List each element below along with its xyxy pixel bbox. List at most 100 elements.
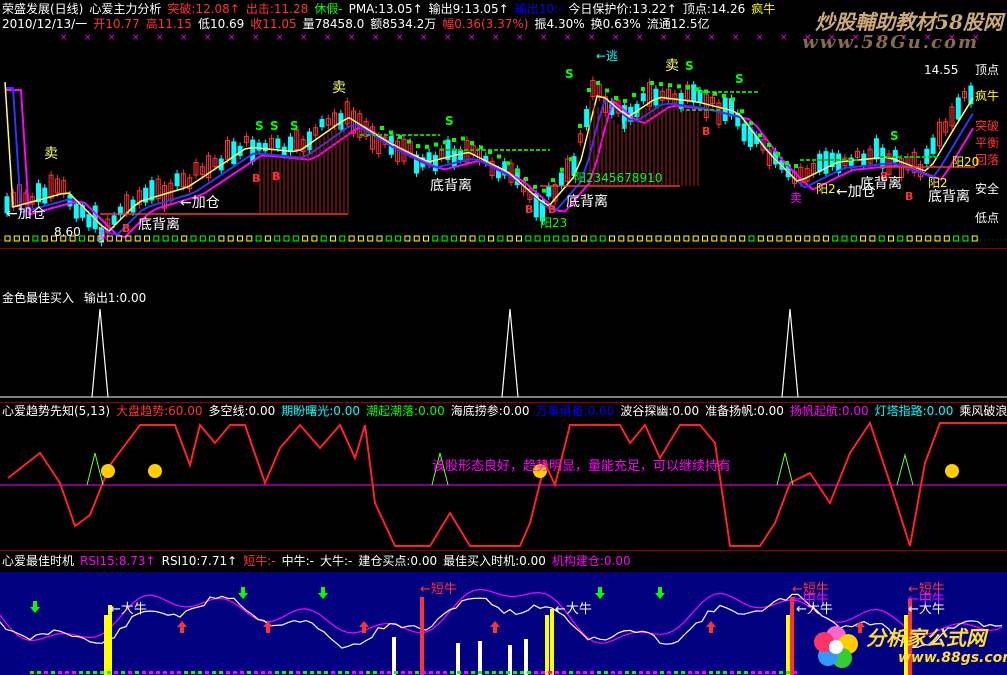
status-square — [4, 235, 11, 242]
status-square — [404, 235, 411, 242]
bottom-tick — [765, 671, 769, 674]
top-marker: × — [84, 33, 92, 43]
header2-item-2: 高11.15 — [145, 17, 192, 31]
golden-buy-chart[interactable] — [0, 249, 1007, 401]
candle-body — [250, 139, 256, 162]
bottom-tick — [268, 671, 272, 674]
bottom-tick — [450, 671, 454, 674]
timing-bar — [790, 597, 794, 675]
buy-signal-marker: B — [548, 203, 556, 216]
signal-dot — [596, 81, 600, 85]
candle-body — [873, 138, 879, 160]
price-panel[interactable]: S S S S S S S S B B B B B B B B × × × × × × × × × × × × × × × × × × × × × × × ×… — [0, 0, 1007, 248]
trend-header-item-6: 万事俱备:0.00 — [535, 404, 615, 418]
escape-label: ←逃 — [596, 49, 619, 63]
bottom-tick — [534, 671, 538, 674]
signal-dot — [632, 93, 636, 97]
candle-body — [546, 185, 552, 197]
bottom-tick — [492, 671, 496, 674]
signal-dot — [506, 161, 510, 166]
divergence-label-3: 底背离 — [566, 194, 608, 210]
warning-coin-icon — [101, 464, 115, 478]
timing-header-item-1: RSI15:8.73↑ — [80, 554, 156, 568]
signal-dot — [767, 143, 771, 147]
signal-dot — [443, 140, 447, 145]
trend-chart[interactable] — [0, 403, 1007, 550]
timing-header-item-0: 心爱最佳时机 — [2, 554, 75, 568]
top-marker: × — [468, 33, 476, 43]
signal-dot — [407, 139, 411, 144]
status-square — [646, 235, 653, 242]
signal-dot — [794, 164, 798, 168]
bottom-tick — [688, 671, 692, 674]
candle-body — [262, 143, 268, 152]
sell-signal-marker: S — [255, 119, 264, 133]
bottom-tick — [191, 671, 195, 674]
status-square — [190, 235, 197, 242]
yang2-label-b: 阳2 — [928, 176, 948, 190]
bottom-tick — [170, 671, 174, 674]
bottom-tick — [660, 671, 664, 674]
status-square — [320, 235, 327, 242]
level-breakout-label: 突破 — [975, 119, 1000, 133]
bottom-tick — [261, 671, 265, 674]
bottom-tick — [541, 671, 545, 674]
bottom-tick — [723, 671, 727, 674]
status-square — [664, 235, 671, 242]
status-square — [618, 235, 625, 242]
status-square — [562, 235, 569, 242]
bottom-tick — [366, 671, 370, 674]
top-marker: × — [228, 33, 236, 43]
bottom-tick — [604, 671, 608, 674]
signal-dot — [416, 144, 420, 148]
header2-item-9: 换0.63% — [590, 17, 641, 31]
timing-bar — [508, 645, 512, 675]
bottom-tick — [597, 671, 601, 674]
timing-header-item-8: 机构建仓:0.00 — [551, 554, 631, 568]
status-square — [274, 235, 281, 242]
level-safe-label: 安全 — [975, 182, 1000, 196]
bottom-tick — [569, 671, 573, 674]
timing-bar — [545, 615, 549, 675]
bottom-tick — [695, 671, 699, 674]
top-marker: × — [324, 33, 332, 43]
bottom-tick — [233, 671, 237, 674]
bottom-tick — [282, 671, 286, 674]
bottom-tick — [667, 671, 671, 674]
bottom-tick — [639, 671, 643, 674]
buy-signal-marker: B — [252, 172, 260, 185]
timing-panel[interactable]: 心爱最佳时机 RSI15:8.73↑ RSI10:7.71↑ 短牛:- 中牛:- 大牛:-… — [0, 551, 1007, 675]
top-marker: × — [588, 33, 596, 43]
bottom-tick — [156, 671, 160, 674]
bottom-tick — [709, 671, 713, 674]
signal-dot — [551, 178, 555, 183]
sequence-label: 阳2345678910 — [574, 171, 663, 185]
signal-dot — [686, 85, 690, 90]
timing-header-item-3: 短牛:- — [243, 554, 276, 568]
signal-dot — [650, 81, 654, 85]
top-marker: × — [132, 33, 140, 43]
top-marker: × — [252, 33, 260, 43]
bottom-tick — [457, 671, 461, 674]
bottom-tick — [464, 671, 468, 674]
top-marker: × — [780, 33, 788, 43]
sell-label-2: 卖 — [332, 80, 346, 96]
timing-header-item-2: RSI10:7.71↑ — [161, 554, 238, 568]
candle-body — [741, 123, 747, 142]
bottom-tick — [198, 671, 202, 674]
header1-item-0: 荣盛发展(日线) — [2, 2, 84, 16]
candle-body — [256, 142, 262, 151]
status-square — [962, 235, 969, 242]
status-square — [32, 235, 39, 242]
trend-peak-marker — [776, 452, 794, 486]
top-marker: × — [516, 33, 524, 43]
sell-label-3: 卖 — [665, 58, 679, 74]
golden-buy-panel[interactable]: 金色最佳买入 输出1:0.00 — [0, 249, 1007, 401]
divergence-label-5: 底背离 — [928, 189, 970, 205]
signal-dot — [560, 167, 564, 172]
candle-body — [558, 172, 564, 186]
bottom-tick — [352, 671, 356, 674]
timing-bar — [478, 641, 482, 675]
trend-panel[interactable]: 心爱趋势先知(5,13) 大盘趋势:60.00 多空线:0.00 期盼曙光:0.00 潮… — [0, 403, 1007, 550]
big-bull-label-2: ←大牛 — [555, 602, 592, 617]
